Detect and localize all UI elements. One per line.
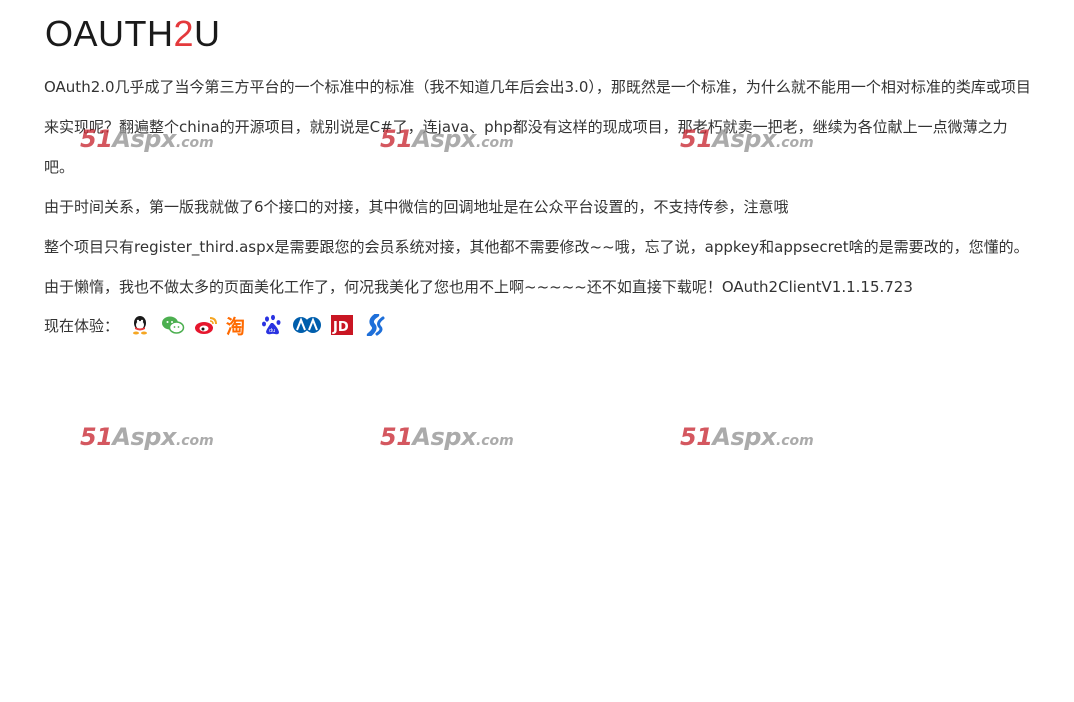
renren-icon bbox=[293, 317, 322, 333]
svg-text:du: du bbox=[269, 328, 275, 334]
svg-text:淘: 淘 bbox=[226, 315, 245, 336]
watermark-logo: 51Aspx.com bbox=[380, 423, 514, 451]
weibo-login-button[interactable] bbox=[193, 312, 219, 338]
kaixin-login-button[interactable] bbox=[362, 312, 388, 338]
provider-list: 淘 du JD bbox=[127, 312, 395, 338]
site-logo: OAUTH2U bbox=[45, 12, 221, 56]
try-now-label: 现在体验： bbox=[44, 316, 120, 335]
watermark-logo: 51Aspx.com bbox=[680, 423, 814, 451]
main-content: OAuth2.0几乎成了当今第三方平台的一个标准中的标准（我不知道几年后会出3.… bbox=[44, 67, 1034, 345]
baidu-login-button[interactable]: du bbox=[259, 312, 285, 338]
svg-text:JD: JD bbox=[332, 320, 349, 335]
kaixin-icon bbox=[366, 314, 385, 336]
integration-note-paragraph: 整个项目只有register_third.aspx是需要跟您的会员系统对接，其他… bbox=[44, 238, 1029, 256]
baidu-icon: du bbox=[262, 314, 281, 335]
version-note-paragraph: 由于时间关系，第一版我就做了6个接口的对接，其中微信的回调地址是在公众平台设置的… bbox=[44, 198, 789, 216]
weibo-icon bbox=[195, 317, 218, 334]
logo-text-oauth: OAUTH bbox=[45, 13, 174, 54]
taobao-login-button[interactable]: 淘 bbox=[226, 312, 252, 338]
try-now-row: 现在体验： 淘 du JD bbox=[44, 305, 1034, 345]
qq-icon bbox=[133, 316, 148, 335]
qq-login-button[interactable] bbox=[127, 312, 153, 338]
download-note-paragraph: 由于懒惰，我也不做太多的页面美化工作了，何况我美化了您也用不上啊~~~~~还不如… bbox=[44, 278, 913, 296]
watermark-logo: 51Aspx.com bbox=[80, 423, 214, 451]
wechat-icon bbox=[162, 316, 185, 334]
logo-text-2: 2 bbox=[173, 13, 195, 54]
renren-login-button[interactable] bbox=[292, 312, 322, 338]
jd-icon: JD bbox=[331, 315, 354, 335]
taobao-icon: 淘 bbox=[226, 315, 245, 336]
intro-paragraph: OAuth2.0几乎成了当今第三方平台的一个标准中的标准（我不知道几年后会出3.… bbox=[44, 78, 1031, 176]
wechat-login-button[interactable] bbox=[160, 312, 186, 338]
logo-text-u: U bbox=[194, 13, 221, 54]
jd-login-button[interactable]: JD bbox=[329, 312, 355, 338]
